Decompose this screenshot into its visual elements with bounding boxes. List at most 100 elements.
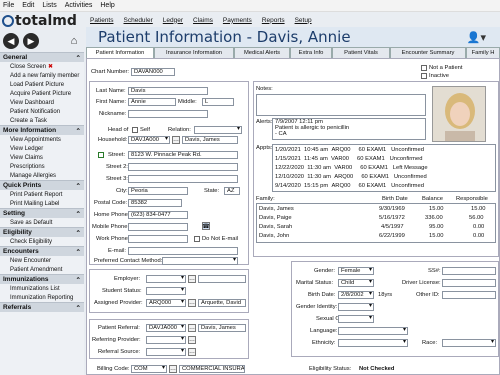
assigned-provider-select[interactable]: ARQ000: [146, 299, 186, 307]
patient-photo[interactable]: [432, 86, 486, 142]
sidebar-item-new-encounter[interactable]: New Encounter: [0, 256, 84, 265]
lookup-icon[interactable]: …: [188, 348, 196, 356]
mobile-phone-field[interactable]: [128, 223, 188, 231]
city-field[interactable]: Peoria: [128, 187, 188, 195]
email-field[interactable]: [128, 247, 238, 255]
tab-medical-alerts[interactable]: Medical Alerts: [234, 47, 290, 58]
topmenu-reports[interactable]: Reports: [262, 17, 285, 24]
collapse-icon[interactable]: ⌃: [76, 54, 81, 62]
menu-file[interactable]: File: [3, 2, 14, 9]
not-a-patient-checkbox[interactable]: [421, 65, 427, 71]
lookup-icon[interactable]: …: [169, 365, 177, 373]
sexual-orientation-select[interactable]: [338, 315, 374, 323]
language-select[interactable]: [338, 327, 408, 335]
sidebar-item-print-mailing-label[interactable]: Print Mailing Label: [0, 199, 84, 208]
inactive-checkbox[interactable]: [421, 73, 427, 79]
sidebar-item-view-claims[interactable]: View Claims: [0, 153, 84, 162]
menu-lists[interactable]: Lists: [42, 2, 56, 9]
other-id-field[interactable]: [442, 291, 496, 299]
sidebar-item-close-screen[interactable]: Close Screen ✖: [0, 62, 84, 71]
street2-field[interactable]: [128, 163, 238, 171]
topmenu-ledger[interactable]: Ledger: [163, 17, 183, 24]
table-row[interactable]: Davis, Sarah 4/5/1997 95.00 0.00: [259, 224, 495, 231]
employer-select[interactable]: [146, 275, 186, 283]
alerts-field[interactable]: 7/9/2007 12:11 pm Patient is allergic to…: [272, 118, 426, 140]
sidebar-item-print-patient-report[interactable]: Print Patient Report: [0, 190, 84, 199]
billing-code-select[interactable]: COM: [131, 365, 167, 373]
household-name-field[interactable]: Davis, James: [182, 136, 238, 144]
sidebar-header-quick-prints[interactable]: Quick Prints ⌃: [0, 180, 84, 190]
sidebar-header-general[interactable]: General ⌃: [0, 52, 84, 62]
sidebar-header-encounters[interactable]: Encounters ⌃: [0, 246, 84, 256]
sidebar-item-load-picture[interactable]: Load Patient Picture: [0, 80, 84, 89]
sidebar-item-patient-amendment[interactable]: Patient Amendment: [0, 265, 84, 274]
gender-select[interactable]: Female: [338, 267, 374, 275]
sidebar-item-acquire-picture[interactable]: Acquire Patient Picture: [0, 89, 84, 98]
relation-select[interactable]: [194, 126, 242, 134]
tab-encounter-summary[interactable]: Encounter Summary: [390, 47, 466, 58]
ethnicity-select[interactable]: [338, 339, 408, 347]
address-verified-icon[interactable]: [98, 152, 104, 158]
collapse-icon[interactable]: ⌃: [76, 229, 81, 237]
employer-name-field[interactable]: [198, 275, 246, 283]
referral-source-select[interactable]: [146, 348, 186, 356]
sidebar-item-view-dashboard[interactable]: View Dashboard: [0, 98, 84, 107]
sidebar-item-save-as-default[interactable]: Save as Default: [0, 218, 84, 227]
topmenu-payments[interactable]: Payments: [223, 17, 252, 24]
last-name-field[interactable]: Davis: [128, 87, 208, 95]
collapse-icon[interactable]: ⌃: [76, 276, 81, 284]
sidebar-header-immunizations[interactable]: Immunizations ⌃: [0, 274, 84, 284]
sidebar-header-setting[interactable]: Setting ⌃: [0, 208, 84, 218]
sidebar-item-patient-notification[interactable]: Patient Notification: [0, 107, 84, 116]
table-row[interactable]: 9/14/2020 15:15 pm ARQ00 60 EXAM1 Unconf…: [275, 183, 424, 190]
table-row[interactable]: 12/22/2020 11:30 am VAR00 60 EXAM1 Left …: [275, 165, 428, 172]
birth-date-field[interactable]: 2/8/2002: [338, 291, 374, 299]
do-not-email-checkbox[interactable]: [194, 236, 200, 242]
lookup-icon[interactable]: …: [188, 324, 196, 332]
collapse-icon[interactable]: ⌃: [76, 304, 81, 312]
back-arrow-icon[interactable]: ◀: [3, 33, 19, 49]
family-list[interactable]: Davis, James 9/30/1969 15.00 15.00 Davis, P…: [256, 203, 496, 243]
sidebar-item-view-ledger[interactable]: View Ledger: [0, 144, 84, 153]
state-field[interactable]: AZ: [224, 187, 240, 195]
race-select[interactable]: [442, 339, 496, 347]
user-icon[interactable]: 👤▾: [467, 31, 486, 44]
referral-name-field[interactable]: Davis, James: [198, 324, 246, 332]
lookup-icon[interactable]: …: [188, 275, 196, 283]
first-name-field[interactable]: Annie: [128, 98, 176, 106]
topmenu-scheduler[interactable]: Scheduler: [124, 17, 153, 24]
tab-patient-vitals[interactable]: Patient Vitals: [332, 47, 390, 58]
appointments-list[interactable]: 1/20/2021 10:45 am ARQ00 60 EXAM1 Unconf…: [272, 144, 496, 192]
collapse-icon[interactable]: ⌃: [76, 248, 81, 256]
billing-name-field[interactable]: COMMERCIAL INSURANCE: [179, 365, 245, 373]
notes-field[interactable]: [256, 94, 426, 116]
table-row[interactable]: 1/15/2021 11:45 am VAR00 60 EXAM1 Unconf…: [275, 156, 422, 163]
referring-provider-select[interactable]: [146, 336, 186, 344]
sidebar-item-immunization-reporting[interactable]: Immunization Reporting: [0, 293, 84, 302]
sidebar-item-prescriptions[interactable]: Prescriptions: [0, 162, 84, 171]
patient-referral-select[interactable]: DAVJA000: [146, 324, 186, 332]
topmenu-setup[interactable]: Setup: [295, 17, 312, 24]
menu-activities[interactable]: Activities: [65, 2, 93, 9]
sidebar-header-referrals[interactable]: Referrals ⌃: [0, 302, 84, 312]
menu-help[interactable]: Help: [100, 2, 114, 9]
student-status-select[interactable]: [146, 287, 186, 295]
table-row[interactable]: Davis, John 6/22/1999 15.00 0.00: [259, 233, 495, 240]
sidebar-item-create-task[interactable]: Create a Task: [0, 116, 84, 125]
street3-field[interactable]: [128, 175, 238, 183]
phone-icon[interactable]: ☎: [202, 222, 210, 230]
marital-status-select[interactable]: Child: [338, 279, 374, 287]
tab-family-history[interactable]: Family H: [466, 47, 500, 58]
table-row[interactable]: 12/10/2020 11:30 am ARQ00 60 EXAM1 Uncon…: [275, 174, 427, 181]
lookup-icon[interactable]: …: [172, 136, 180, 144]
table-row[interactable]: Davis, Paige 5/16/1972 336.00 56.00: [259, 215, 495, 222]
chart-number-field[interactable]: DAVAN000: [131, 68, 175, 76]
table-row[interactable]: 1/20/2021 10:45 am ARQ00 60 EXAM1 Unconf…: [275, 147, 424, 154]
table-row[interactable]: Davis, James 9/30/1969 15.00 15.00: [259, 206, 495, 213]
collapse-icon[interactable]: ⌃: [76, 182, 81, 190]
home-phone-field[interactable]: (623) 834-0477: [128, 211, 188, 219]
sidebar-item-view-appointments[interactable]: View Appointments: [0, 135, 84, 144]
sidebar-item-check-eligibility[interactable]: Check Eligibility: [0, 237, 84, 246]
sidebar-header-eligibility[interactable]: Eligibility ⌃: [0, 227, 84, 237]
sidebar-item-add-family-member[interactable]: Add a new family member: [0, 71, 84, 80]
